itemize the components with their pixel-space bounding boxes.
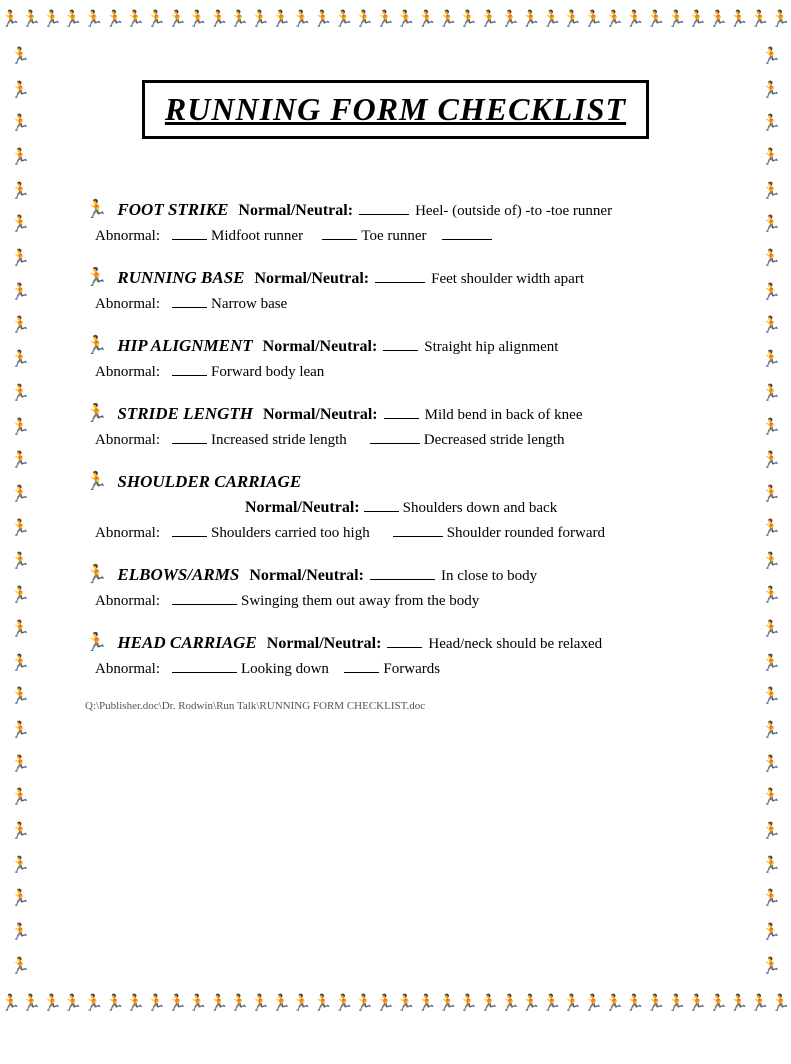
hip-alignment-ab-line1	[172, 362, 207, 376]
hip-alignment-title: HIP ALIGNMENT	[117, 336, 252, 356]
head-carriage-abnormal-label: Abnormal:	[95, 661, 160, 678]
foot-strike-title: FOOT STRIKE	[117, 200, 228, 220]
border-right: (function() { var strip = document.query…	[751, 40, 791, 984]
shoulder-carriage-abnormal-label: Abnormal:	[95, 525, 160, 542]
border-bottom: (function() { var strip = document.query…	[0, 984, 791, 1024]
foot-strike-ab-line3	[442, 226, 492, 240]
shoulder-carriage-normal-label: Normal/Neutral:	[245, 499, 360, 517]
foot-strike-toe: Toe runner	[361, 228, 426, 245]
shoulder-carriage-ab-line1	[172, 523, 207, 537]
elbows-arms-swinging: Swinging them out away from the body	[241, 593, 479, 610]
section-elbows-arms: 🏃 ELBOWS/ARMS Normal/Neutral: In close t…	[85, 564, 706, 610]
stride-length-abnormal-label: Abnormal:	[95, 432, 160, 449]
elbows-arms-icon: 🏃	[85, 564, 107, 585]
foot-strike-icon: 🏃	[85, 199, 107, 220]
shoulder-carriage-title: SHOULDER CARRIAGE	[117, 472, 301, 492]
border-top: (function() { var strip = document.query…	[0, 0, 791, 40]
elbows-arms-normal-label: Normal/Neutral:	[249, 567, 364, 585]
head-carriage-normal-label: Normal/Neutral:	[267, 635, 382, 653]
elbows-arms-header: 🏃 ELBOWS/ARMS Normal/Neutral: In close t…	[85, 564, 706, 585]
hip-alignment-header: 🏃 HIP ALIGNMENT Normal/Neutral: Straight…	[85, 335, 706, 356]
foot-strike-abnormal-label: Abnormal:	[95, 228, 160, 245]
hip-alignment-line1	[383, 337, 418, 351]
elbows-arms-abnormal-label: Abnormal:	[95, 593, 160, 610]
stride-length-normal-label: Normal/Neutral:	[263, 406, 378, 424]
running-base-icon: 🏃	[85, 267, 107, 288]
head-carriage-icon: 🏃	[85, 632, 107, 653]
shoulder-carriage-icon: 🏃	[85, 471, 107, 492]
hip-alignment-normal-label: Normal/Neutral:	[263, 338, 378, 356]
section-shoulder-carriage: 🏃 SHOULDER CARRIAGE Normal/Neutral: Shou…	[85, 471, 706, 542]
running-base-line1	[375, 269, 425, 283]
stride-length-line1	[384, 405, 419, 419]
section-hip-alignment: 🏃 HIP ALIGNMENT Normal/Neutral: Straight…	[85, 335, 706, 381]
hip-alignment-icon: 🏃	[85, 335, 107, 356]
elbows-arms-title: ELBOWS/ARMS	[117, 565, 239, 585]
head-carriage-forwards: Forwards	[383, 661, 440, 678]
foot-strike-midfoot: Midfoot runner	[211, 228, 303, 245]
shoulder-carriage-normal-text: Shoulders down and back	[403, 500, 558, 517]
head-carriage-title: HEAD CARRIAGE	[117, 633, 256, 653]
foot-strike-ab-line1	[172, 226, 207, 240]
shoulder-carriage-rounded: Shoulder rounded forward	[447, 525, 605, 542]
foot-strike-abnormal: Abnormal: Midfoot runner Toe runner	[95, 226, 706, 245]
running-base-normal-text: Feet shoulder width apart	[431, 271, 584, 288]
stride-length-header: 🏃 STRIDE LENGTH Normal/Neutral: Mild ben…	[85, 403, 706, 424]
hip-alignment-forward-lean: Forward body lean	[211, 364, 324, 381]
foot-strike-normal-text: Heel- (outside of) -to -toe runner	[415, 203, 612, 220]
section-running-base: 🏃 RUNNING BASE Normal/Neutral: Feet shou…	[85, 267, 706, 313]
stride-length-title: STRIDE LENGTH	[117, 404, 253, 424]
running-base-abnormal-label: Abnormal:	[95, 296, 160, 313]
page-title: RUNNING FORM CHECKLIST	[165, 91, 626, 128]
shoulder-carriage-ab-line2	[393, 523, 443, 537]
border-left: (function() { var strip = document.query…	[0, 40, 40, 984]
hip-alignment-abnormal-label: Abnormal:	[95, 364, 160, 381]
shoulder-carriage-header: 🏃 SHOULDER CARRIAGE	[85, 471, 706, 492]
title-box: RUNNING FORM CHECKLIST	[142, 80, 649, 139]
head-carriage-abnormal: Abnormal: Looking down Forwards	[95, 659, 706, 678]
running-base-abnormal: Abnormal: Narrow base	[95, 294, 706, 313]
stride-length-icon: 🏃	[85, 403, 107, 424]
foot-strike-ab-line2	[322, 226, 357, 240]
stride-length-ab-line2	[370, 430, 420, 444]
footer-path: Q:\Publisher.doc\Dr. Rodwin\Run Talk\RUN…	[85, 700, 706, 712]
stride-length-abnormal: Abnormal: Increased stride length Decrea…	[95, 430, 706, 449]
stride-length-increased: Increased stride length	[211, 432, 347, 449]
elbows-arms-abnormal: Abnormal: Swinging them out away from th…	[95, 591, 706, 610]
foot-strike-header: 🏃 FOOT STRIKE Normal/Neutral: Heel- (out…	[85, 199, 706, 220]
stride-length-decreased: Decreased stride length	[424, 432, 565, 449]
page-content: RUNNING FORM CHECKLIST 🏃 FOOT STRIKE Nor…	[55, 40, 736, 984]
shoulder-carriage-line1	[364, 498, 399, 512]
hip-alignment-abnormal: Abnormal: Forward body lean	[95, 362, 706, 381]
shoulder-carriage-abnormal: Abnormal: Shoulders carried too high Sho…	[95, 523, 706, 542]
section-head-carriage: 🏃 HEAD CARRIAGE Normal/Neutral: Head/nec…	[85, 632, 706, 678]
title-wrapper: RUNNING FORM CHECKLIST	[85, 60, 706, 169]
section-foot-strike: 🏃 FOOT STRIKE Normal/Neutral: Heel- (out…	[85, 199, 706, 245]
stride-length-ab-line1	[172, 430, 207, 444]
foot-strike-line1	[359, 201, 409, 215]
elbows-arms-normal-text: In close to body	[441, 568, 537, 585]
running-base-ab-line1	[172, 294, 207, 308]
head-carriage-looking-down: Looking down	[241, 661, 329, 678]
head-carriage-normal-text: Head/neck should be relaxed	[428, 636, 602, 653]
running-base-header: 🏃 RUNNING BASE Normal/Neutral: Feet shou…	[85, 267, 706, 288]
running-base-normal-label: Normal/Neutral:	[254, 270, 369, 288]
running-base-narrow: Narrow base	[211, 296, 287, 313]
elbows-arms-ab-line1	[172, 591, 237, 605]
head-carriage-line1	[387, 634, 422, 648]
shoulder-carriage-too-high: Shoulders carried too high	[211, 525, 370, 542]
foot-strike-normal-label: Normal/Neutral:	[238, 202, 353, 220]
hip-alignment-normal-text: Straight hip alignment	[424, 339, 558, 356]
stride-length-normal-text: Mild bend in back of knee	[425, 407, 583, 424]
section-stride-length: 🏃 STRIDE LENGTH Normal/Neutral: Mild ben…	[85, 403, 706, 449]
shoulder-normal-row: Normal/Neutral: Shoulders down and back	[245, 498, 706, 517]
head-carriage-ab-line1	[172, 659, 237, 673]
head-carriage-header: 🏃 HEAD CARRIAGE Normal/Neutral: Head/nec…	[85, 632, 706, 653]
running-base-title: RUNNING BASE	[117, 268, 244, 288]
elbows-arms-line1	[370, 566, 435, 580]
head-carriage-ab-line2	[344, 659, 379, 673]
